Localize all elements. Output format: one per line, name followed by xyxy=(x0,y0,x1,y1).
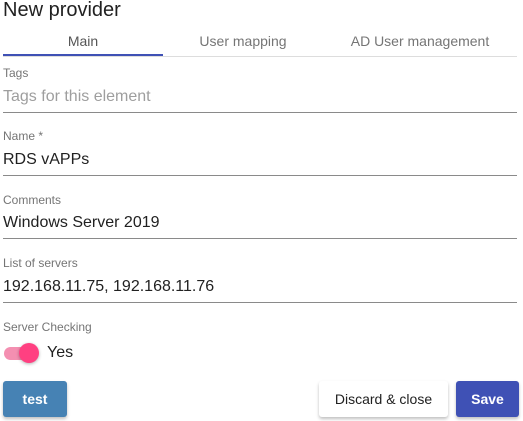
toggle-value: Yes xyxy=(47,344,74,361)
tags-label: Tags xyxy=(3,66,29,80)
servers-label: List of servers xyxy=(3,256,78,270)
dialog-title: New provider xyxy=(3,0,121,21)
tags-input[interactable]: Tags for this element xyxy=(3,88,517,113)
tab-divider xyxy=(3,56,517,57)
tab-user-mapping[interactable]: User mapping xyxy=(163,33,323,55)
name-label: Name * xyxy=(3,129,44,143)
test-button[interactable]: test xyxy=(3,381,67,417)
comments-input[interactable]: Windows Server 2019 xyxy=(3,214,517,239)
active-tab-indicator xyxy=(3,54,163,56)
save-button[interactable]: Save xyxy=(456,381,519,417)
comments-label: Comments xyxy=(3,193,62,207)
name-input[interactable]: RDS vAPPs xyxy=(3,151,517,176)
tab-main[interactable]: Main xyxy=(3,33,163,55)
tab-ad-user-management[interactable]: AD User management xyxy=(323,33,517,55)
toggle-knob[interactable] xyxy=(19,343,39,363)
server-checking-label: Server Checking xyxy=(3,320,92,334)
servers-input[interactable]: 192.168.11.75, 192.168.11.76 xyxy=(3,278,517,303)
discard-close-button[interactable]: Discard & close xyxy=(319,381,448,417)
